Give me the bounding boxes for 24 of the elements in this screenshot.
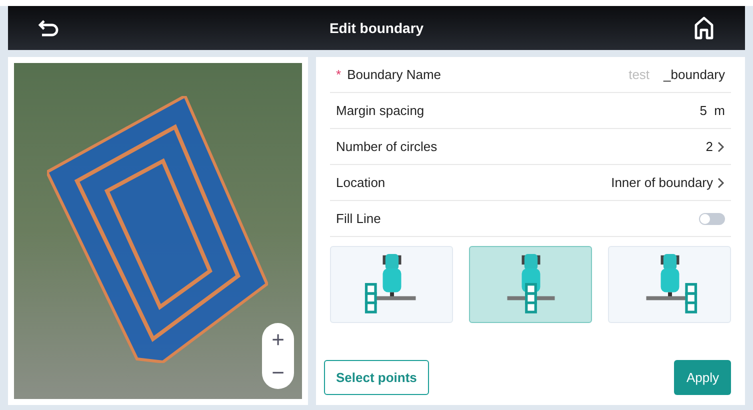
boundary-name-field[interactable]: test bbox=[590, 64, 650, 84]
apply-button[interactable]: Apply bbox=[674, 360, 731, 395]
field-label: Location bbox=[336, 174, 386, 192]
field-label: Margin spacing bbox=[336, 102, 424, 120]
select-control[interactable]: 2 bbox=[706, 136, 725, 156]
select-control[interactable]: Inner of boundary bbox=[611, 172, 725, 192]
select-value: Inner of boundary bbox=[611, 174, 713, 192]
zoom-out-button[interactable]: − bbox=[272, 362, 284, 384]
field-label: Fill Line bbox=[336, 210, 381, 228]
page-title: Edit boundary bbox=[329, 18, 424, 38]
fill-line-toggle[interactable] bbox=[699, 212, 725, 224]
name-suffix: _boundary bbox=[664, 66, 725, 84]
field-value: 5 m bbox=[700, 102, 725, 120]
zoom-in-button[interactable]: + bbox=[272, 328, 284, 350]
chevron-right-icon bbox=[717, 176, 725, 188]
field-label: Boundary Name bbox=[347, 66, 442, 84]
chevron-right-icon bbox=[717, 140, 725, 152]
select-value: 2 bbox=[706, 138, 713, 156]
field-label: Number of circles bbox=[336, 138, 438, 156]
select-points-button[interactable]: Select points bbox=[324, 360, 429, 395]
mode-tile[interactable] bbox=[469, 246, 592, 323]
required-mark: * bbox=[336, 66, 342, 84]
home-icon[interactable] bbox=[693, 16, 715, 40]
back-icon[interactable] bbox=[38, 19, 60, 37]
